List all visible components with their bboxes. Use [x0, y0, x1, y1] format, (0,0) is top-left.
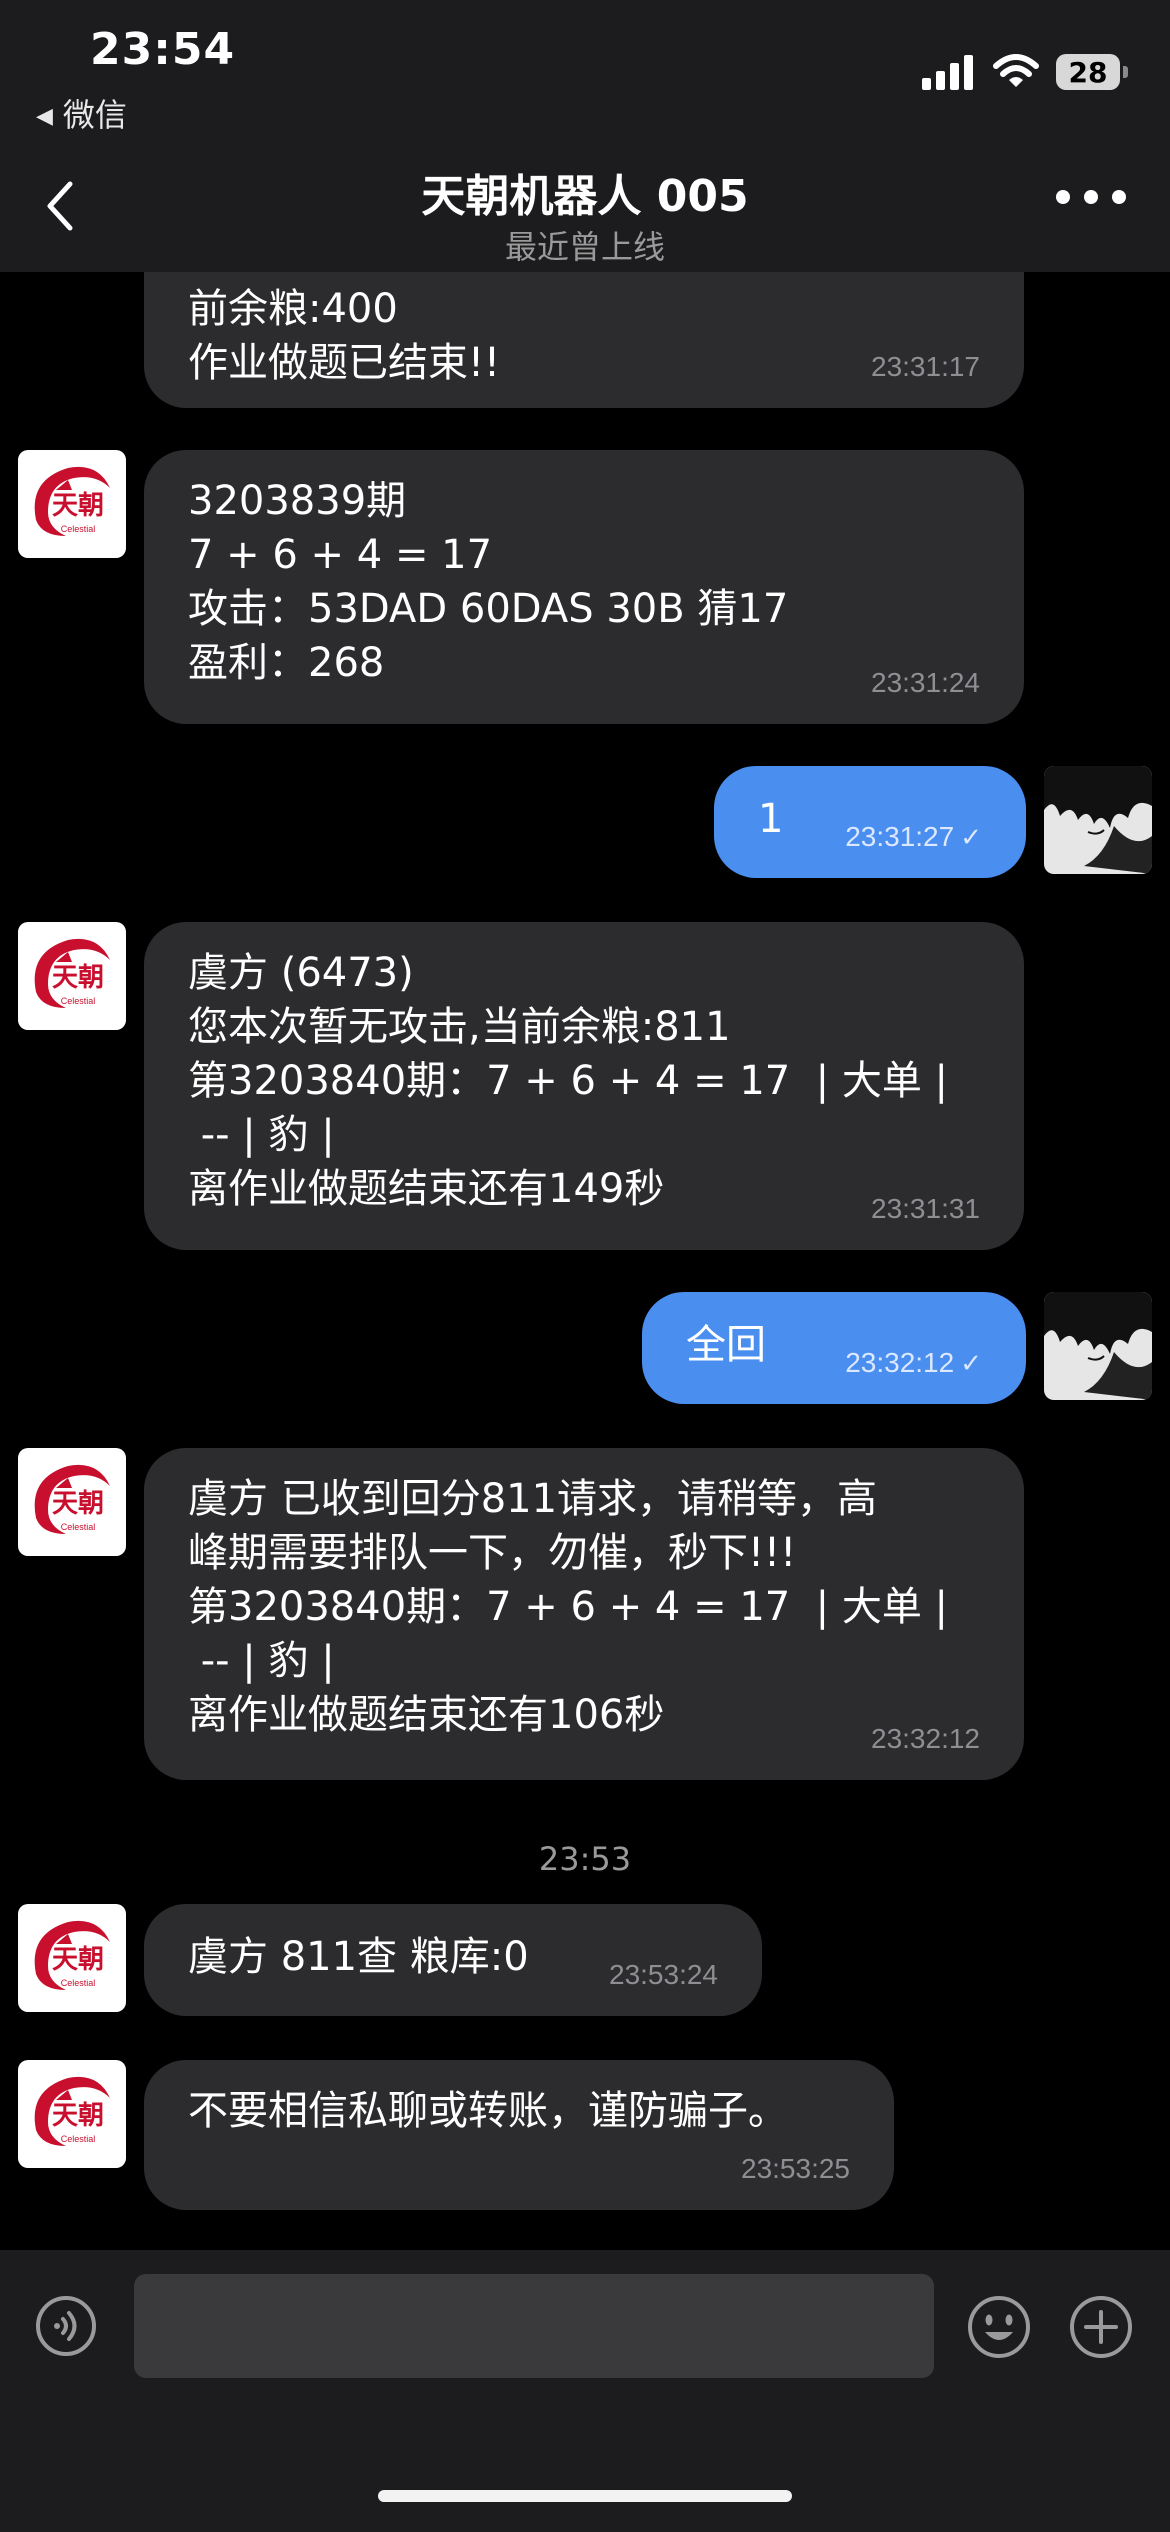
my-message-bubble[interactable]: 1 23:31:27 ✓ — [714, 766, 1026, 878]
celestial-logo-icon: 天朝 Celestial — [34, 466, 110, 536]
message-text: 1 — [758, 796, 784, 842]
wechat-voice-icon[interactable] — [34, 2294, 98, 2358]
message-timestamp: 23:32:12 — [871, 1723, 980, 1754]
celestial-logo-icon: 天朝 Celestial — [34, 2076, 110, 2146]
chat-title: 天朝机器人 005 — [421, 171, 749, 222]
bot-avatar[interactable]: 天朝 Celestial — [18, 1904, 126, 2012]
message-timestamp: 23:32:12 ✓ — [845, 1347, 982, 1378]
more-icon[interactable] — [1056, 190, 1126, 204]
message-text: 不要相信私聊或转账，谨防骗子。 — [188, 2088, 788, 2134]
emoji-icon[interactable] — [966, 2294, 1032, 2360]
message-timestamp: 23:31:31 — [871, 1193, 980, 1224]
read-check-icon: ✓ — [960, 822, 982, 852]
user-avatar[interactable] — [1044, 766, 1152, 874]
my-message-bubble[interactable]: 全回 23:32:12 ✓ — [642, 1292, 1026, 1404]
signal-icon — [922, 55, 973, 90]
svg-text:天朝: 天朝 — [52, 1488, 104, 1519]
message-text: 3203839期 7 + 6 + 4 = 17 攻击：53DAD 60DAS 3… — [188, 478, 789, 686]
bot-avatar[interactable]: 天朝 Celestial — [18, 450, 126, 558]
bot-message-bubble[interactable]: 虞方 811查 粮库:0 23:53:24 — [144, 1904, 762, 2016]
time-separator: 23:53 — [538, 1840, 632, 1878]
chat-subtitle: 最近曾上线 — [504, 228, 665, 266]
back-triangle-icon: ◀ — [36, 104, 53, 129]
message-timestamp: 23:53:24 — [609, 1959, 718, 1990]
svg-text:Celestial: Celestial — [61, 524, 96, 534]
user-avatar-image — [1044, 766, 1152, 874]
back-app-label: 微信 — [62, 96, 127, 134]
svg-text:天朝: 天朝 — [52, 2100, 104, 2131]
message-text: 全回 — [686, 1322, 766, 1368]
celestial-logo-icon: 天朝 Celestial — [34, 1920, 110, 1990]
message-text: 前余粮:400 作业做题已结束!! — [188, 286, 501, 386]
svg-text:天朝: 天朝 — [52, 490, 104, 521]
battery-icon: 28 — [1056, 54, 1128, 90]
status-time: 23:54 — [90, 24, 236, 75]
user-avatar[interactable] — [1044, 1292, 1152, 1400]
bot-message-bubble[interactable]: 3203839期 7 + 6 + 4 = 17 攻击：53DAD 60DAS 3… — [144, 450, 1024, 724]
bot-avatar[interactable]: 天朝 Celestial — [18, 922, 126, 1030]
message-text: 虞方 (6473) 您本次暂无攻击,当前余粮:811 第3203840期：7 +… — [188, 950, 949, 1212]
svg-text:Celestial: Celestial — [61, 996, 96, 1006]
bot-avatar[interactable]: 天朝 Celestial — [18, 2060, 126, 2168]
celestial-logo-icon: 天朝 Celestial — [34, 938, 110, 1008]
message-timestamp: 23:53:25 — [741, 2153, 850, 2184]
status-indicators: 28 — [920, 52, 1128, 92]
back-to-app-link[interactable]: ◀ 微信 — [36, 90, 127, 136]
message-input[interactable] — [134, 2274, 934, 2378]
user-avatar-image — [1044, 1292, 1152, 1400]
message-timestamp: 23:31:24 — [871, 667, 980, 698]
message-timestamp: 23:31:27 ✓ — [845, 821, 982, 852]
bot-message-bubble[interactable]: 前余粮:400 作业做题已结束!! 23:31:17 — [144, 272, 1024, 408]
message-text: 虞方 已收到回分811请求，请稍等，高 峰期需要排队一下，勿催，秒下!!! 第3… — [188, 1476, 949, 1738]
wifi-icon — [993, 54, 1039, 87]
chat-area[interactable]: 前余粮:400 作业做题已结束!! 23:31:17 天朝 Celestial 3… — [0, 272, 1170, 2250]
read-check-icon: ✓ — [960, 1348, 982, 1378]
svg-text:天朝: 天朝 — [52, 1944, 104, 1975]
svg-text:天朝: 天朝 — [52, 962, 104, 993]
svg-text:Celestial: Celestial — [61, 2134, 96, 2144]
plus-icon[interactable] — [1068, 2294, 1134, 2360]
bot-message-bubble[interactable]: 不要相信私聊或转账，谨防骗子。 23:53:25 — [144, 2060, 894, 2210]
bot-avatar[interactable]: 天朝 Celestial — [18, 1448, 126, 1556]
home-indicator — [378, 2490, 792, 2502]
celestial-logo-icon: 天朝 Celestial — [34, 1464, 110, 1534]
svg-text:Celestial: Celestial — [61, 1978, 96, 1988]
bot-message-bubble[interactable]: 虞方 已收到回分811请求，请稍等，高 峰期需要排队一下，勿催，秒下!!! 第3… — [144, 1448, 1024, 1780]
svg-text:Celestial: Celestial — [61, 1522, 96, 1532]
message-timestamp: 23:31:17 — [871, 351, 980, 382]
top-header: 23:54 ◀ 微信 28 天朝机器人 005 最近曾上线 — [0, 0, 1170, 272]
bot-message-bubble[interactable]: 虞方 (6473) 您本次暂无攻击,当前余粮:811 第3203840期：7 +… — [144, 922, 1024, 1250]
